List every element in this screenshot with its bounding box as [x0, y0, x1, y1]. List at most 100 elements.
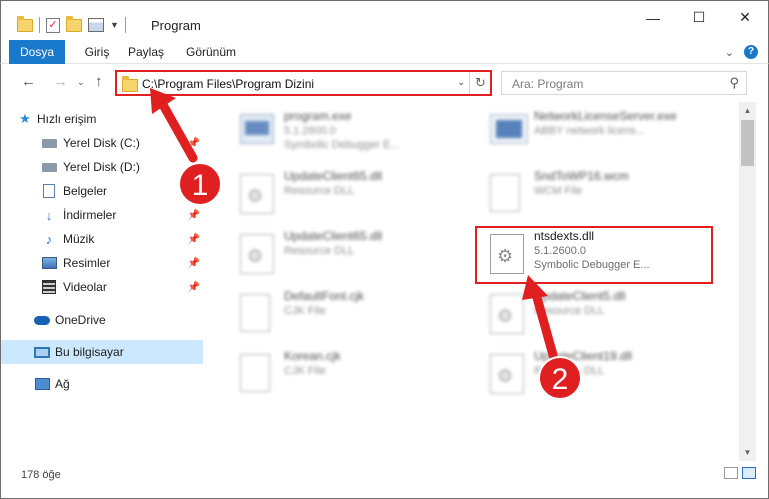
address-bar[interactable]: C:\Program Files\Program Dizini ⌄ ↻ — [115, 70, 492, 96]
file-description: ABBY network licens... — [534, 125, 646, 137]
pin-icon[interactable]: 📌 — [188, 258, 200, 269]
navigation-pane: ★ Hızlı erişim Yerel Disk (C:) 📌 Yerel D… — [0, 102, 212, 461]
pin-icon[interactable]: 📌 — [188, 186, 200, 197]
forward-button[interactable]: → — [53, 73, 68, 90]
file-name: NetworkLicenseServer.exe — [534, 109, 677, 123]
search-icon[interactable]: ⚲ — [729, 75, 739, 91]
file-version: 5.1.2600.0 — [284, 125, 336, 137]
sidebar-item-label: Resimler — [63, 256, 111, 270]
refresh-button[interactable]: ↻ — [469, 72, 491, 94]
tab-home[interactable]: Giriş — [77, 40, 117, 64]
sidebar-item-label: Yerel Disk (D:) — [63, 160, 140, 174]
sidebar-item-label: OneDrive — [55, 313, 106, 327]
status-bar: 178 öğe — [0, 461, 769, 499]
sidebar-item-local-disk-c[interactable]: Yerel Disk (C:) 📌 — [1, 131, 203, 155]
file-name: Korean.cjk — [284, 349, 341, 363]
file-description: Resource DLL — [534, 305, 605, 317]
pin-icon[interactable]: 📌 — [188, 210, 200, 221]
sidebar-item-music[interactable]: ♪ Müzik 📌 — [1, 227, 203, 251]
close-button[interactable]: ✕ — [722, 1, 768, 34]
sidebar-item-pictures[interactable]: Resimler 📌 — [1, 251, 203, 275]
scroll-down-icon[interactable]: ▼ — [739, 444, 756, 461]
file-description: Resource DLL — [284, 185, 355, 197]
sidebar-item-label: İndirmeler — [63, 208, 117, 222]
exe-icon — [240, 114, 276, 154]
computer-icon — [34, 344, 50, 360]
details-view-button[interactable] — [724, 467, 738, 479]
file-list: program.exe 5.1.2600.0 Symbolic Debugger… — [212, 102, 739, 461]
dll-icon — [240, 234, 276, 274]
file-item[interactable]: UpdateClient5.dll Resource DLL — [472, 286, 712, 342]
file-description: Resource DLL — [284, 245, 355, 257]
pin-icon[interactable]: 📌 — [188, 282, 200, 293]
file-name: UpdateClient5.dll — [534, 289, 626, 303]
document-icon — [240, 294, 276, 334]
sidebar-item-label: Yerel Disk (C:) — [63, 136, 140, 150]
tab-share[interactable]: Paylaş — [125, 40, 167, 64]
recent-locations-chevron-icon[interactable]: ⌄ — [77, 77, 85, 88]
file-item[interactable]: UpdateClient65.dll Resource DLL — [222, 226, 462, 282]
sidebar-item-quick-access[interactable]: ★ Hızlı erişim — [1, 107, 203, 131]
chevron-down-icon[interactable]: ▼ — [110, 20, 119, 30]
sidebar-item-local-disk-d[interactable]: Yerel Disk (D:) — [1, 155, 203, 179]
sidebar-item-onedrive[interactable]: OneDrive — [1, 308, 203, 332]
tab-view[interactable]: Görünüm — [183, 40, 239, 64]
sidebar-item-label: Müzik — [63, 232, 95, 246]
file-description: CJK File — [284, 305, 326, 317]
sidebar-item-label: Hızlı erişim — [37, 112, 97, 126]
help-icon[interactable]: ? — [744, 45, 758, 59]
maximize-button[interactable]: ☐ — [676, 1, 722, 34]
sidebar-item-downloads[interactable]: ↓ İndirmeler 📌 — [1, 203, 203, 227]
sidebar-item-label: Bu bilgisayar — [55, 345, 124, 359]
file-item[interactable]: UpdateClient19.dll Resource DLL — [472, 346, 712, 402]
folder-icon — [17, 15, 33, 32]
sidebar-item-label: Belgeler — [63, 184, 108, 198]
address-path[interactable]: C:\Program Files\Program Dizini — [142, 77, 314, 91]
minimize-button[interactable]: — — [630, 1, 676, 34]
chevron-down-icon[interactable]: ⌄ — [725, 46, 734, 59]
search-input[interactable]: Ara: Program — [512, 77, 583, 91]
file-description: CJK File — [284, 365, 326, 377]
ribbon-right: ⌄ ? — [725, 45, 758, 59]
dll-icon — [240, 174, 276, 214]
new-folder-icon[interactable] — [66, 15, 82, 32]
file-item[interactable]: program.exe 5.1.2600.0 Symbolic Debugger… — [222, 106, 462, 162]
file-item[interactable]: NetworkLicenseServer.exe ABBY network li… — [472, 106, 712, 162]
file-name: program.exe — [284, 109, 352, 123]
pin-icon[interactable]: 📌 — [188, 138, 200, 149]
network-icon — [34, 376, 50, 392]
net-exe-icon — [490, 114, 528, 154]
sidebar-item-label: Ağ — [55, 377, 70, 391]
file-item[interactable]: Korean.cjk CJK File — [222, 346, 462, 402]
drive-icon — [41, 135, 57, 151]
chevron-down-icon[interactable]: ⌄ — [457, 77, 465, 88]
scroll-up-icon[interactable]: ▲ — [739, 102, 756, 119]
sidebar-item-network[interactable]: Ağ — [1, 372, 203, 396]
properties-check-icon[interactable]: ✓ — [46, 17, 60, 33]
download-icon: ↓ — [45, 207, 53, 223]
file-item[interactable]: UpdateClient65.dll Resource DLL — [222, 166, 462, 222]
cloud-icon — [34, 312, 50, 328]
pin-icon[interactable]: 📌 — [188, 234, 200, 245]
document-icon — [240, 354, 276, 394]
sidebar-item-this-pc[interactable]: Bu bilgisayar — [1, 340, 203, 364]
search-box[interactable]: Ara: Program ⚲ — [501, 71, 747, 95]
tiles-view-button[interactable] — [742, 467, 756, 479]
document-icon — [41, 183, 57, 199]
item-count: 178 öğe — [21, 469, 61, 481]
up-button[interactable]: ↑ — [95, 73, 103, 90]
file-name: DefaultFont.cjk — [284, 289, 365, 303]
highlight-box — [475, 226, 713, 284]
window-frame — [756, 102, 769, 499]
sidebar-item-videos[interactable]: Videolar 📌 — [1, 275, 203, 299]
file-item[interactable]: SndToWP16.wcm WCM File — [472, 166, 712, 222]
ribbon-tabs: Dosya Giriş Paylaş Görünüm ⌄ ? — [0, 40, 769, 96]
back-button[interactable]: ← — [21, 73, 36, 90]
video-icon — [41, 279, 57, 295]
sidebar-item-documents[interactable]: Belgeler 📌 — [1, 179, 203, 203]
scrollbar-thumb[interactable] — [741, 120, 754, 166]
customize-icon[interactable] — [88, 18, 104, 32]
file-item[interactable]: DefaultFont.cjk CJK File — [222, 286, 462, 342]
dll-icon — [490, 354, 526, 394]
vertical-scrollbar[interactable]: ▲ ▼ — [739, 102, 756, 461]
